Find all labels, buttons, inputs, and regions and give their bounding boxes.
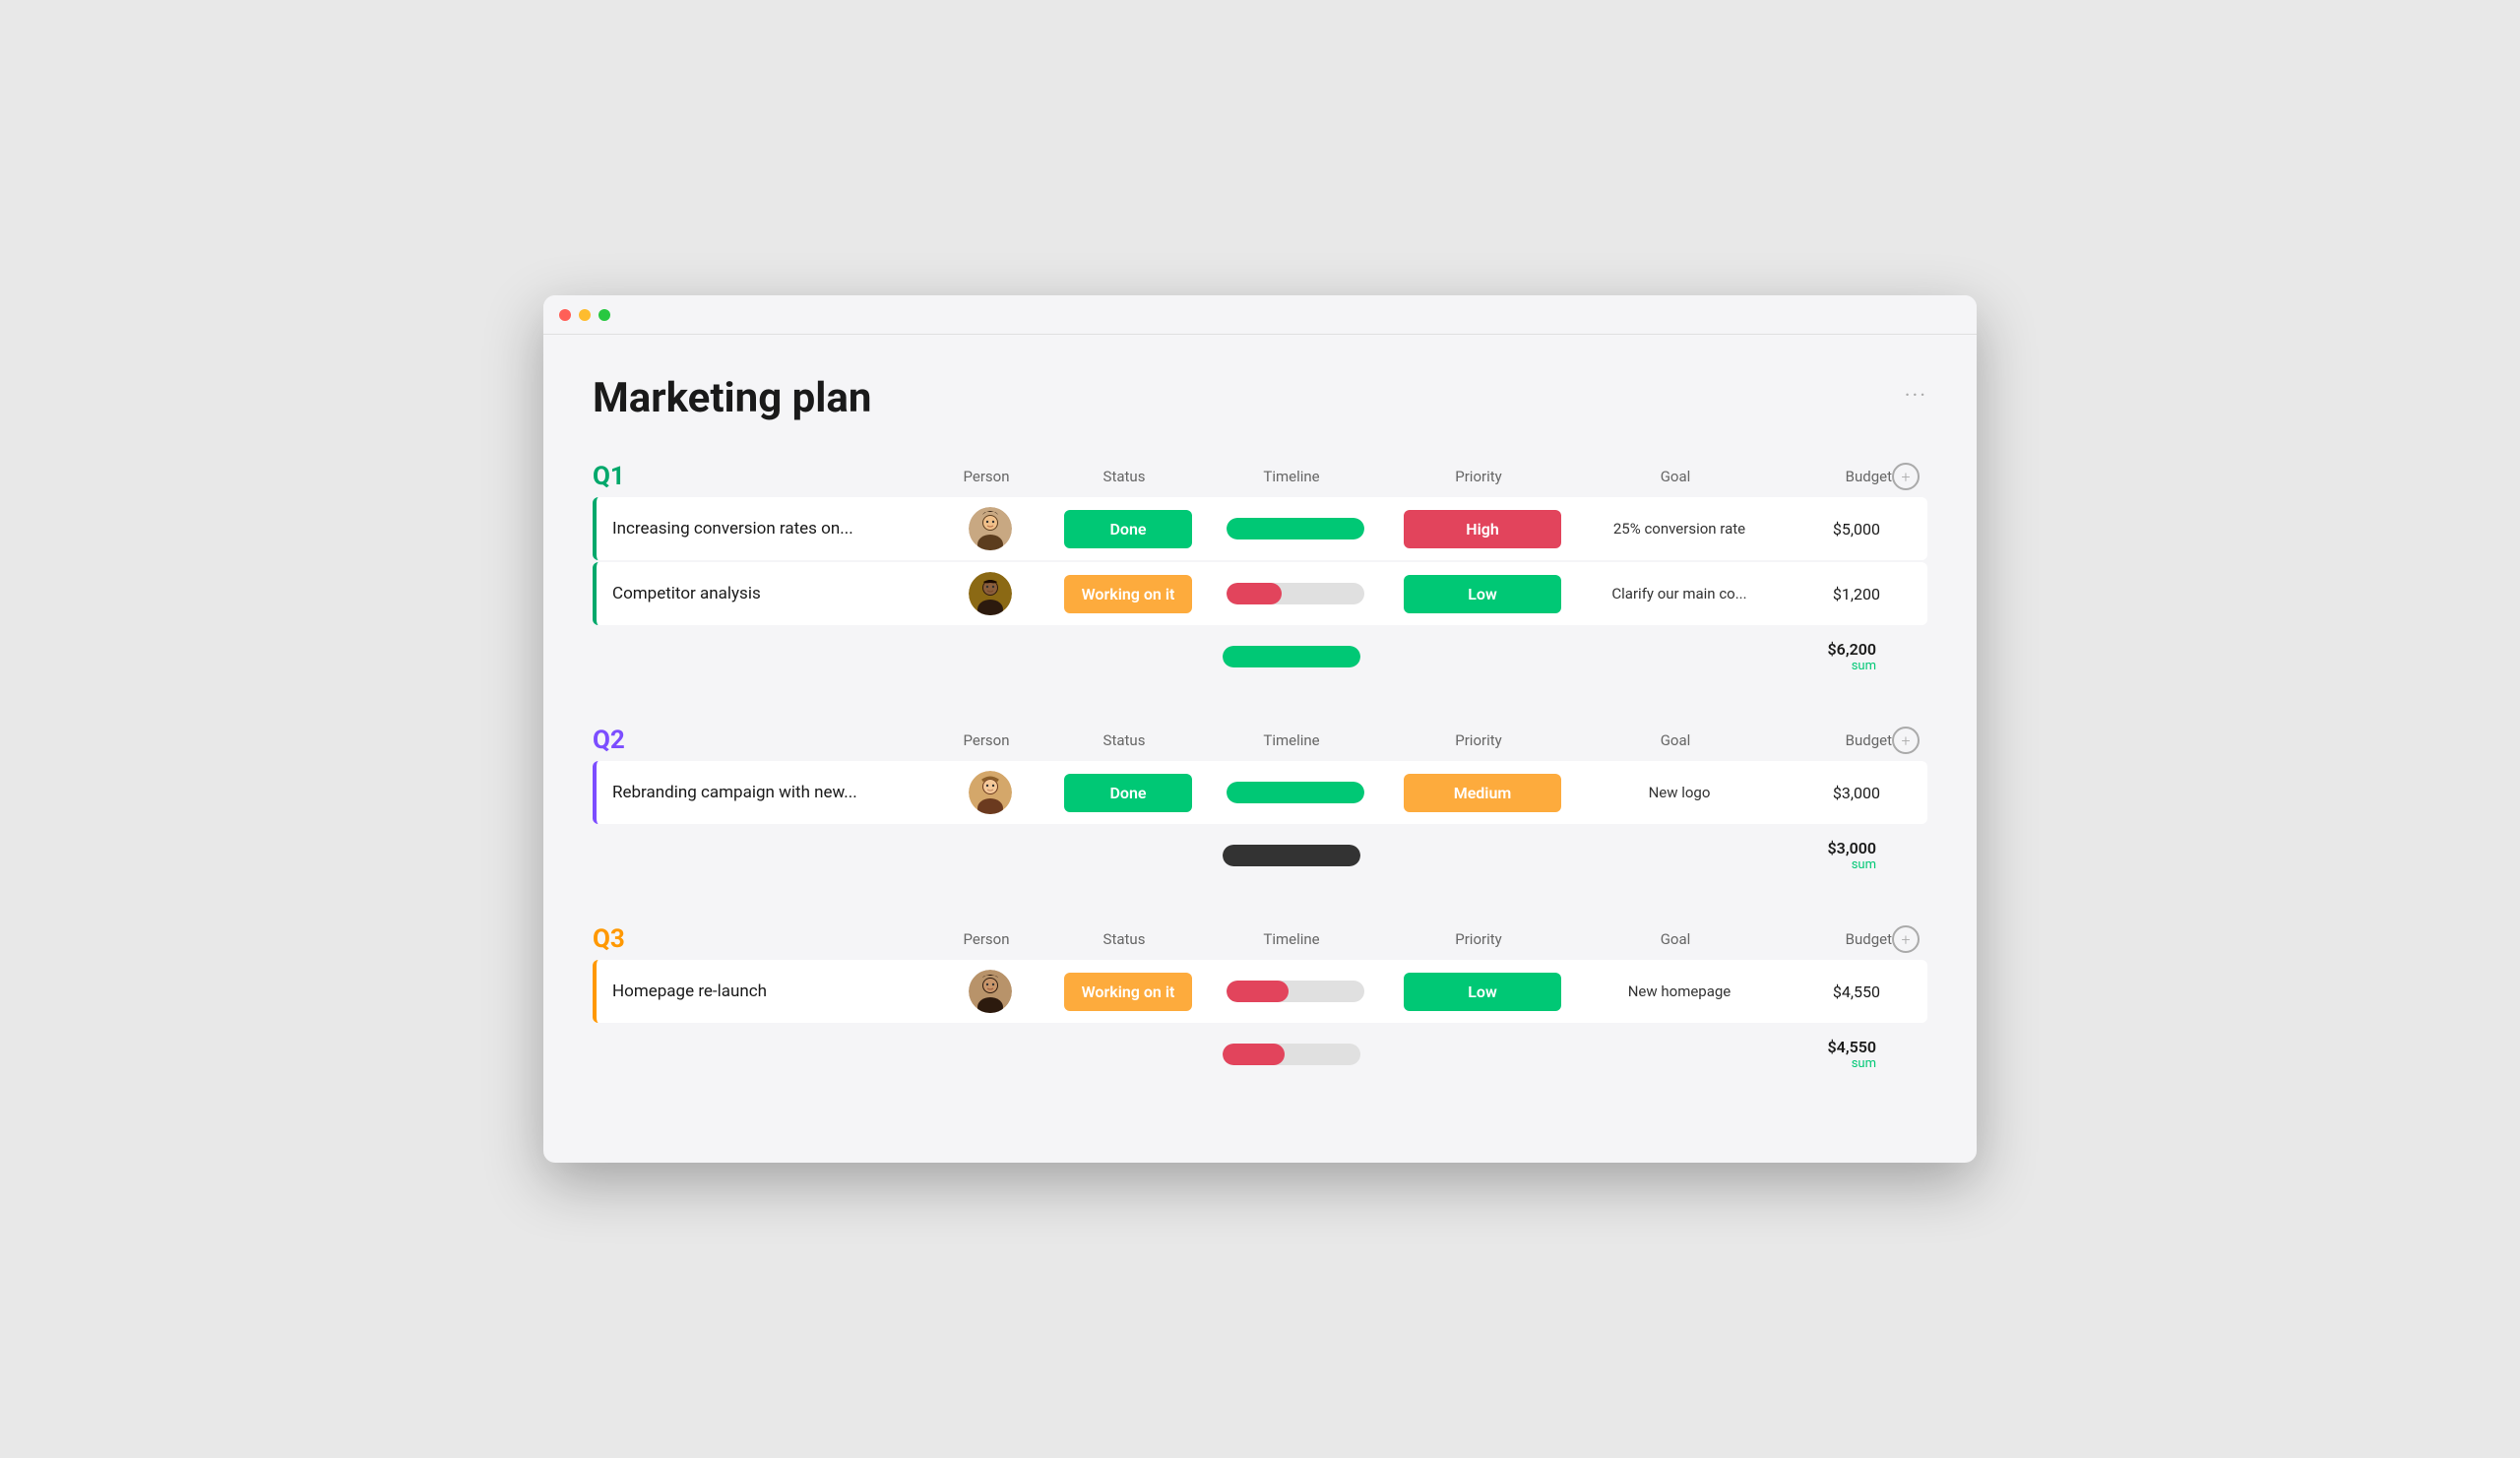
budget-cell: $3,000 <box>1778 784 1896 802</box>
col-header-goal: Goal <box>1577 930 1774 948</box>
sum-row: $4,550sum <box>593 1025 1927 1084</box>
goal-cell: Clarify our main co... <box>1581 585 1778 602</box>
section-title-q3: Q3 <box>593 924 927 954</box>
table-row[interactable]: Homepage re-launch Working on it Low New h… <box>593 960 1927 1023</box>
col-header-status: Status <box>1045 468 1203 485</box>
priority-badge[interactable]: Medium <box>1404 774 1561 812</box>
task-name: Rebranding campaign with new... <box>597 783 931 802</box>
section-q1: Q1PersonStatusTimelinePriorityGoalBudget… <box>593 462 1927 686</box>
budget-cell: $5,000 <box>1778 520 1896 539</box>
budget-cell: $1,200 <box>1778 585 1896 603</box>
col-header-person: Person <box>927 930 1045 948</box>
goal-cell: New logo <box>1581 784 1778 801</box>
sections-container: Q1PersonStatusTimelinePriorityGoalBudget… <box>593 462 1927 1084</box>
sum-budget: $6,200sum <box>1774 640 1892 673</box>
status-badge[interactable]: Done <box>1064 774 1192 812</box>
page-title: Marketing plan <box>593 374 871 422</box>
priority-badge[interactable]: Low <box>1404 973 1561 1011</box>
section-header-q1: Q1PersonStatusTimelinePriorityGoalBudget… <box>593 462 1927 491</box>
minimize-dot[interactable] <box>579 309 591 321</box>
more-options-button[interactable]: ··· <box>1905 384 1927 409</box>
add-task-button-q2[interactable]: + <box>1892 727 1920 754</box>
col-header-priority: Priority <box>1380 731 1577 749</box>
priority-badge[interactable]: Low <box>1404 575 1561 613</box>
section-header-q3: Q3PersonStatusTimelinePriorityGoalBudget… <box>593 924 1927 954</box>
sum-row: $6,200sum <box>593 627 1927 686</box>
avatar <box>969 572 1012 615</box>
avatar <box>969 771 1012 814</box>
goal-cell: New homepage <box>1581 983 1778 1000</box>
sum-budget: $3,000sum <box>1774 839 1892 872</box>
timeline-cell <box>1207 518 1384 539</box>
timeline-cell <box>1207 782 1384 803</box>
titlebar <box>543 295 1977 335</box>
col-header-timeline: Timeline <box>1203 930 1380 948</box>
col-header-person: Person <box>927 468 1045 485</box>
col-header-budget: Budget <box>1774 930 1892 948</box>
col-header-goal: Goal <box>1577 468 1774 485</box>
goal-cell: 25% conversion rate <box>1581 520 1778 538</box>
status-badge[interactable]: Done <box>1064 510 1192 548</box>
sum-row: $3,000sum <box>593 826 1927 885</box>
task-name: Homepage re-launch <box>597 982 931 1001</box>
col-header-budget: Budget <box>1774 731 1892 749</box>
col-header-status: Status <box>1045 731 1203 749</box>
col-header-priority: Priority <box>1380 468 1577 485</box>
sum-timeline-cell <box>1203 646 1380 667</box>
priority-badge[interactable]: High <box>1404 510 1561 548</box>
section-q2: Q2PersonStatusTimelinePriorityGoalBudget… <box>593 726 1927 885</box>
sum-timeline-cell <box>1203 845 1380 866</box>
col-header-person: Person <box>927 731 1045 749</box>
table-row[interactable]: Increasing conversion rates on... Done Hi… <box>593 497 1927 560</box>
table-row[interactable]: Competitor analysis Working on it Low Clar… <box>593 562 1927 625</box>
maximize-dot[interactable] <box>598 309 610 321</box>
col-header-timeline: Timeline <box>1203 731 1380 749</box>
section-title-q2: Q2 <box>593 726 927 755</box>
status-badge[interactable]: Working on it <box>1064 575 1192 613</box>
col-header-priority: Priority <box>1380 930 1577 948</box>
sum-timeline-cell <box>1203 1044 1380 1065</box>
section-header-q2: Q2PersonStatusTimelinePriorityGoalBudget… <box>593 726 1927 755</box>
col-header-timeline: Timeline <box>1203 468 1380 485</box>
timeline-cell <box>1207 583 1384 604</box>
close-dot[interactable] <box>559 309 571 321</box>
avatar <box>969 970 1012 1013</box>
add-task-button-q3[interactable]: + <box>1892 925 1920 953</box>
section-q3: Q3PersonStatusTimelinePriorityGoalBudget… <box>593 924 1927 1084</box>
page-header: Marketing plan ··· <box>593 374 1927 422</box>
main-content: Marketing plan ··· Q1PersonStatusTimelin… <box>543 335 1977 1163</box>
app-window: Marketing plan ··· Q1PersonStatusTimelin… <box>543 295 1977 1163</box>
add-task-button-q1[interactable]: + <box>1892 463 1920 490</box>
col-header-budget: Budget <box>1774 468 1892 485</box>
sum-budget: $4,550sum <box>1774 1038 1892 1071</box>
col-header-status: Status <box>1045 930 1203 948</box>
task-name: Competitor analysis <box>597 584 931 603</box>
status-badge[interactable]: Working on it <box>1064 973 1192 1011</box>
budget-cell: $4,550 <box>1778 983 1896 1001</box>
section-title-q1: Q1 <box>593 462 927 491</box>
task-name: Increasing conversion rates on... <box>597 519 931 539</box>
avatar <box>969 507 1012 550</box>
table-row[interactable]: Rebranding campaign with new... Done Medi… <box>593 761 1927 824</box>
col-header-goal: Goal <box>1577 731 1774 749</box>
timeline-cell <box>1207 981 1384 1002</box>
